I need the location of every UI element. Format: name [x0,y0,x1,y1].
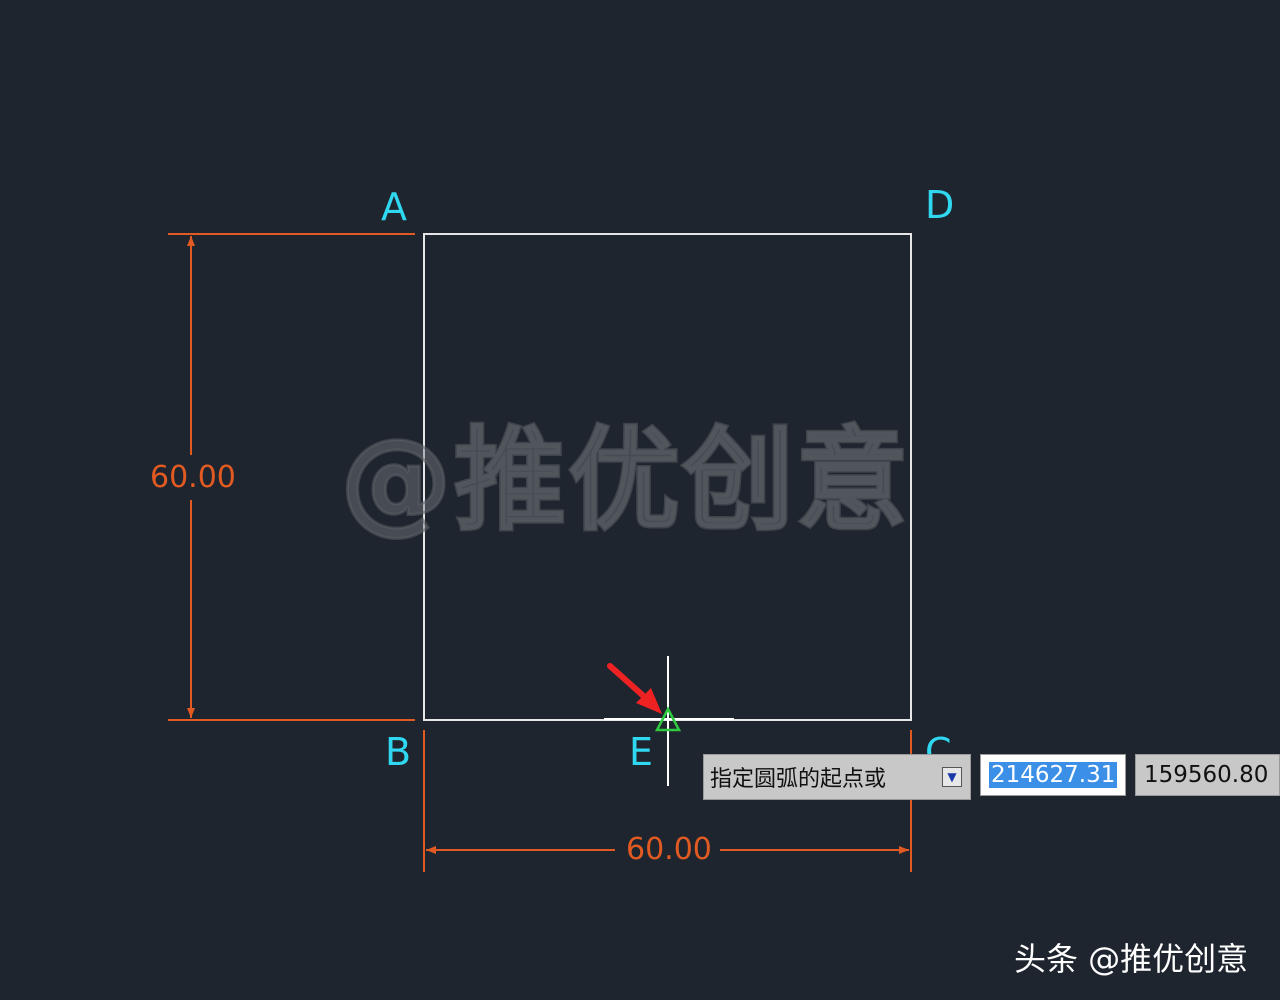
horizontal-dimension-text: 60.00 [618,835,720,865]
x-coordinate-input[interactable]: 214627.31 [980,754,1126,796]
footer-credit: 头条 @推优创意 [1014,940,1249,978]
x-coordinate-value: 214627.31 [989,762,1118,788]
watermark-text: @推优创意 [339,416,910,546]
prompt-text: 指定圆弧的起点或 [710,767,887,792]
command-prompt-tooltip: 指定圆弧的起点或 ▼ [703,754,971,800]
vertical-dimension-text: 60.00 [142,463,244,493]
pointer-arrow-icon [607,663,662,714]
down-arrow-options-icon[interactable]: ▼ [942,767,962,787]
y-coordinate-input[interactable]: 159560.80 [1135,754,1280,796]
point-label-a: A [381,185,407,229]
point-label-e: E [629,730,654,774]
point-label-d: D [925,183,955,227]
point-label-b: B [385,730,412,774]
y-coordinate-value: 159560.80 [1144,762,1269,788]
